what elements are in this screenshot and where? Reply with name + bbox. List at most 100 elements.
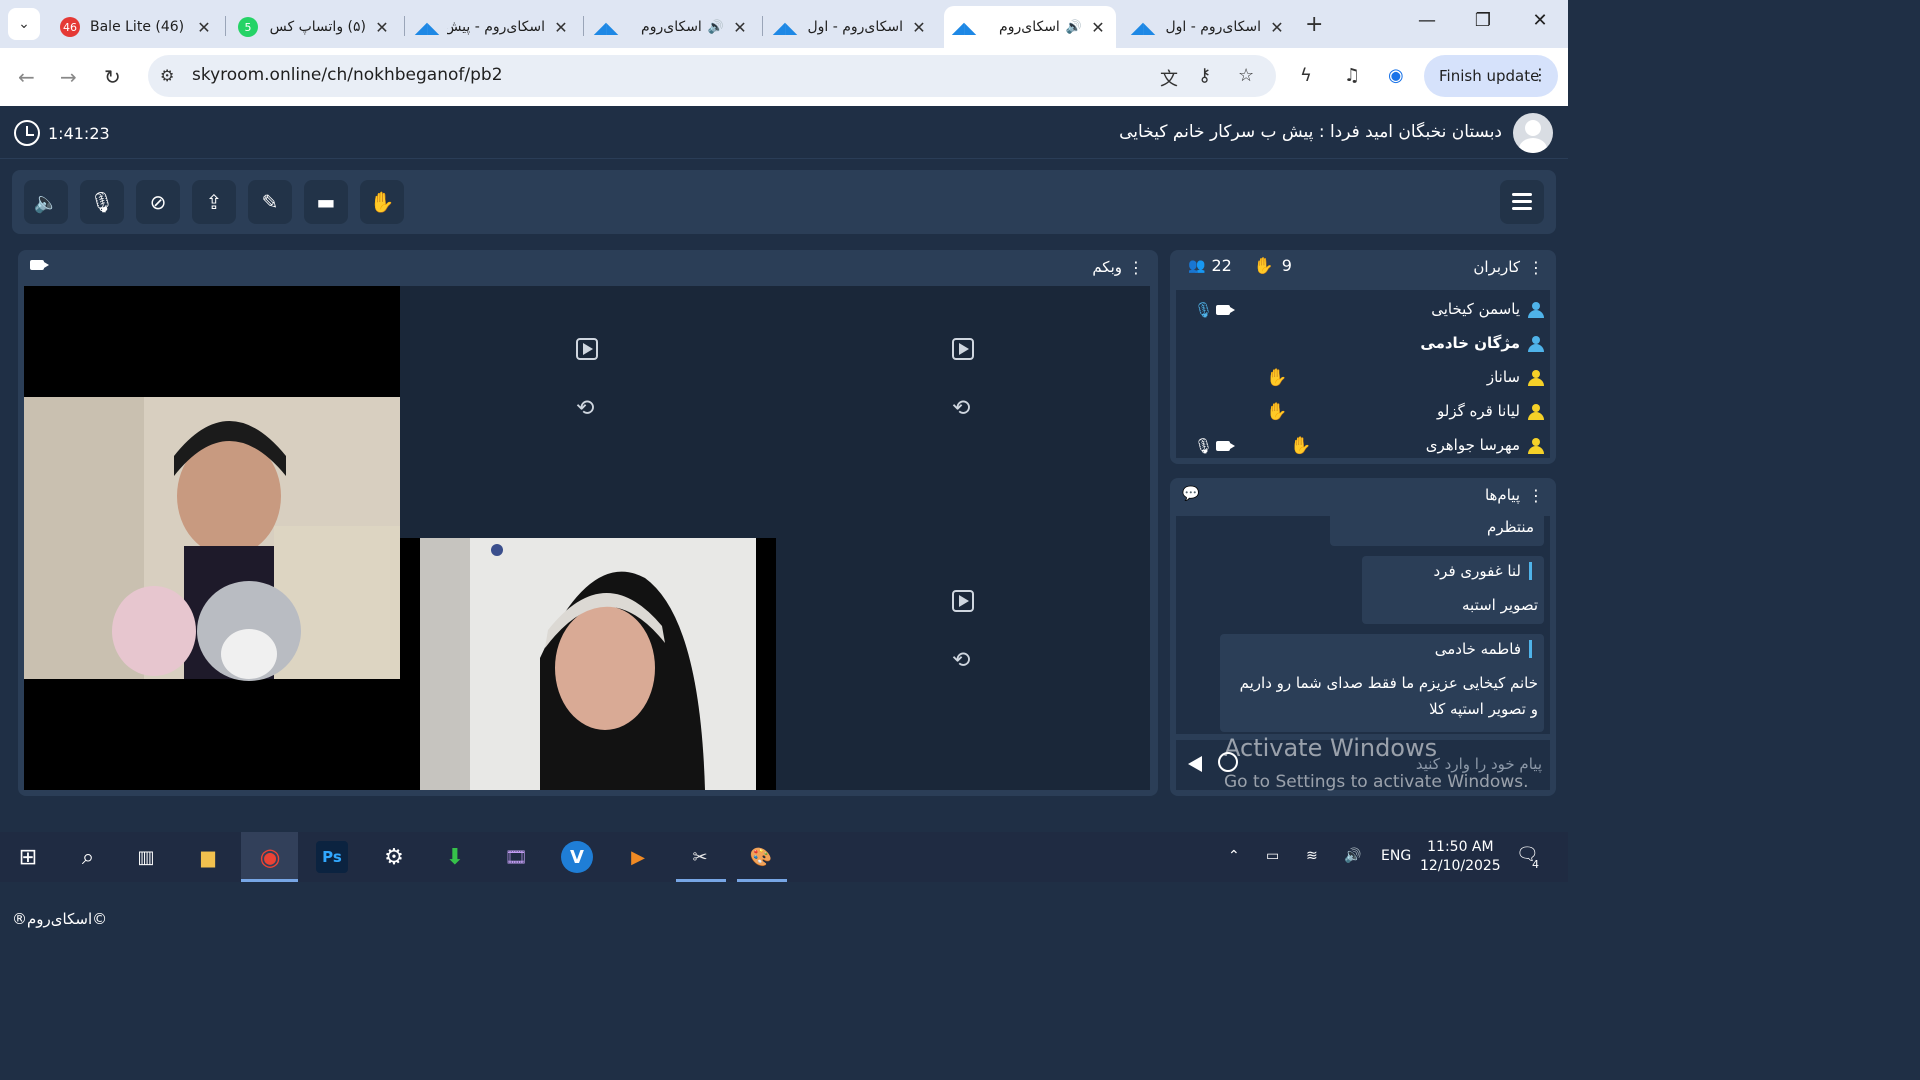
paint-app-icon[interactable]: ✂ xyxy=(684,841,716,873)
minimize-button[interactable]: — xyxy=(1407,10,1447,31)
performance-icon[interactable]: ϟ xyxy=(1300,65,1312,86)
screen-share-button[interactable]: ⇪ xyxy=(192,180,236,224)
user-icon xyxy=(1528,370,1544,386)
raise-hand-button[interactable]: ✋ xyxy=(360,180,404,224)
users-group-icon: 👥 xyxy=(1188,257,1206,274)
speaker-toggle-button[interactable]: 🔈 xyxy=(24,180,68,224)
translate-icon[interactable]: 文 xyxy=(1160,65,1178,91)
video-tile-teacher[interactable] xyxy=(400,538,776,790)
tab-skyroom-4[interactable]: ◢◣ اسکای‌روم - اول ✕ xyxy=(1123,6,1295,48)
skyroom-favicon-icon: ◢◣ xyxy=(951,17,977,37)
windows-start-icon[interactable]: ⊞ xyxy=(12,841,44,873)
close-icon[interactable]: ✕ xyxy=(732,18,748,37)
user-counts: 👥 22 ✋ 9 xyxy=(1188,256,1292,275)
speaker-icon[interactable]: 🔊 xyxy=(1066,20,1082,35)
play-icon[interactable] xyxy=(576,338,598,360)
bale-favicon-icon: 46 xyxy=(60,17,80,37)
close-icon[interactable]: ✕ xyxy=(374,18,390,37)
movie-maker-icon[interactable]: 🎞 xyxy=(500,841,532,873)
finish-update-label: Finish update xyxy=(1439,67,1540,85)
close-icon[interactable]: ✕ xyxy=(1090,18,1106,37)
refresh-icon[interactable]: ⟲ xyxy=(952,396,970,421)
users-panel: 👥 22 ✋ 9 کاربران ⋮ 🎙 یاسمن کیخایی مژگان … xyxy=(1170,250,1556,464)
user-name: یاسمن کیخایی xyxy=(1431,300,1520,318)
camera-toggle-button[interactable]: ⊘ xyxy=(136,180,180,224)
clock-date: 12/10/2025 xyxy=(1420,858,1501,874)
search-icon[interactable]: ⌕ xyxy=(72,841,104,873)
profile-icon[interactable]: ◉ xyxy=(1388,65,1404,86)
password-key-icon[interactable]: ⚷ xyxy=(1198,65,1211,86)
media-controls-icon[interactable]: ♫ xyxy=(1344,65,1360,86)
bookmark-star-icon[interactable]: ☆ xyxy=(1238,65,1254,86)
message-sender: فاطمه خادمی xyxy=(1435,640,1532,658)
url-text[interactable]: skyroom.online/ch/nokhbeganof/pb2 xyxy=(192,65,503,85)
skyroom-favicon-icon: ◢◣ xyxy=(414,17,440,37)
screen-share-icon: ⇪ xyxy=(205,190,223,214)
user-row[interactable]: 🎙 ✋ مهرسا جواهری xyxy=(1176,429,1550,458)
user-row[interactable]: مژگان خادمی xyxy=(1176,327,1550,361)
tab-skyroom-active[interactable]: ◢◣ اسکای‌روم 🔊 ✕ xyxy=(944,6,1116,48)
close-icon[interactable]: ✕ xyxy=(196,18,212,37)
media-player-icon[interactable]: ▶ xyxy=(622,841,654,873)
site-info-icon[interactable]: ⚙ xyxy=(160,66,174,85)
app-indicator xyxy=(676,879,726,882)
close-window-button[interactable]: ✕ xyxy=(1520,10,1560,31)
tab-skyroom-3[interactable]: ◢◣ اسکای‌روم - اول ✕ xyxy=(765,6,937,48)
refresh-icon[interactable]: ⟲ xyxy=(576,396,594,421)
back-arrow-icon[interactable]: ← xyxy=(18,65,35,89)
more-vert-icon[interactable]: ⋮ xyxy=(1528,486,1544,505)
vpn-app-icon[interactable]: V xyxy=(561,841,593,873)
message-bubble: منتظرم xyxy=(1330,516,1544,546)
more-vert-icon[interactable]: ⋮ xyxy=(1128,258,1144,277)
close-icon[interactable]: ✕ xyxy=(1269,18,1285,37)
tab-skyroom-2[interactable]: ◢◣ اسکای‌روم 🔊 ✕ xyxy=(586,6,758,48)
new-tab-button[interactable]: + xyxy=(1305,12,1323,37)
tab-bale[interactable]: 46 Bale Lite (46) ✕ xyxy=(50,6,222,48)
task-view-icon[interactable]: ▥ xyxy=(130,841,162,873)
hand-raised-icon: ✋ xyxy=(1266,402,1288,422)
menu-button[interactable] xyxy=(1500,180,1544,224)
tab-skyroom-1[interactable]: ◢◣ اسکای‌روم - پیش ✕ xyxy=(407,6,579,48)
settings-icon[interactable]: ⚙ xyxy=(378,841,410,873)
play-icon[interactable] xyxy=(952,590,974,612)
raised-hands-count: 9 xyxy=(1281,256,1292,275)
battery-icon[interactable]: ▭ xyxy=(1266,848,1279,864)
tray-overflow-icon[interactable]: ⌃ xyxy=(1228,848,1240,864)
user-icon xyxy=(1528,336,1544,352)
chrome-icon[interactable]: ◉ xyxy=(254,841,286,873)
speaker-icon[interactable]: 🔊 xyxy=(708,20,724,35)
volume-icon[interactable]: 🔊 xyxy=(1344,848,1361,864)
mic-toggle-button[interactable]: 🎙 xyxy=(80,180,124,224)
paint-palette-icon[interactable]: 🎨 xyxy=(745,841,777,873)
video-tile-student[interactable] xyxy=(24,286,400,790)
room-avatar xyxy=(1513,113,1553,153)
language-indicator[interactable]: ENG xyxy=(1381,848,1411,864)
speaker-icon: 🔈 xyxy=(33,190,59,214)
tab-title: (۵) واتساپ کس xyxy=(269,19,366,35)
file-explorer-icon[interactable]: ▆ xyxy=(192,841,224,873)
tab-search-dropdown[interactable]: ⌄ xyxy=(8,8,40,40)
whiteboard-button[interactable]: ✎ xyxy=(248,180,292,224)
finish-update-button[interactable]: Finish update ⋮ xyxy=(1424,55,1558,97)
refresh-icon[interactable]: ⟲ xyxy=(952,648,970,673)
system-clock[interactable]: 11:50 AM 12/10/2025 xyxy=(1420,838,1501,876)
close-icon[interactable]: ✕ xyxy=(911,18,927,37)
tab-title: اسکای‌روم xyxy=(999,19,1060,35)
play-icon[interactable] xyxy=(952,338,974,360)
video-camera-icon xyxy=(30,260,49,270)
user-row[interactable]: ✋ ساناز xyxy=(1176,361,1550,395)
wifi-icon[interactable]: ≋ xyxy=(1306,848,1318,864)
download-manager-icon[interactable]: ⬇ xyxy=(439,841,471,873)
user-row[interactable]: 🎙 یاسمن کیخایی xyxy=(1176,293,1550,327)
address-bar[interactable]: ⚙ skyroom.online/ch/nokhbeganof/pb2 文 ⚷ … xyxy=(148,55,1276,97)
photoshop-icon[interactable]: Ps xyxy=(316,841,348,873)
tab-whatsapp[interactable]: 5 (۵) واتساپ کس ✕ xyxy=(228,6,400,48)
close-icon[interactable]: ✕ xyxy=(553,18,569,37)
reload-icon[interactable]: ↻ xyxy=(104,65,121,89)
more-vert-icon[interactable]: ⋮ xyxy=(1528,258,1544,277)
restore-button[interactable]: ❐ xyxy=(1463,10,1503,31)
user-row[interactable]: ✋ لیانا قره گزلو xyxy=(1176,395,1550,429)
send-icon[interactable] xyxy=(1188,756,1202,772)
forward-arrow-icon[interactable]: → xyxy=(60,65,77,89)
files-button[interactable]: ▬ xyxy=(304,180,348,224)
